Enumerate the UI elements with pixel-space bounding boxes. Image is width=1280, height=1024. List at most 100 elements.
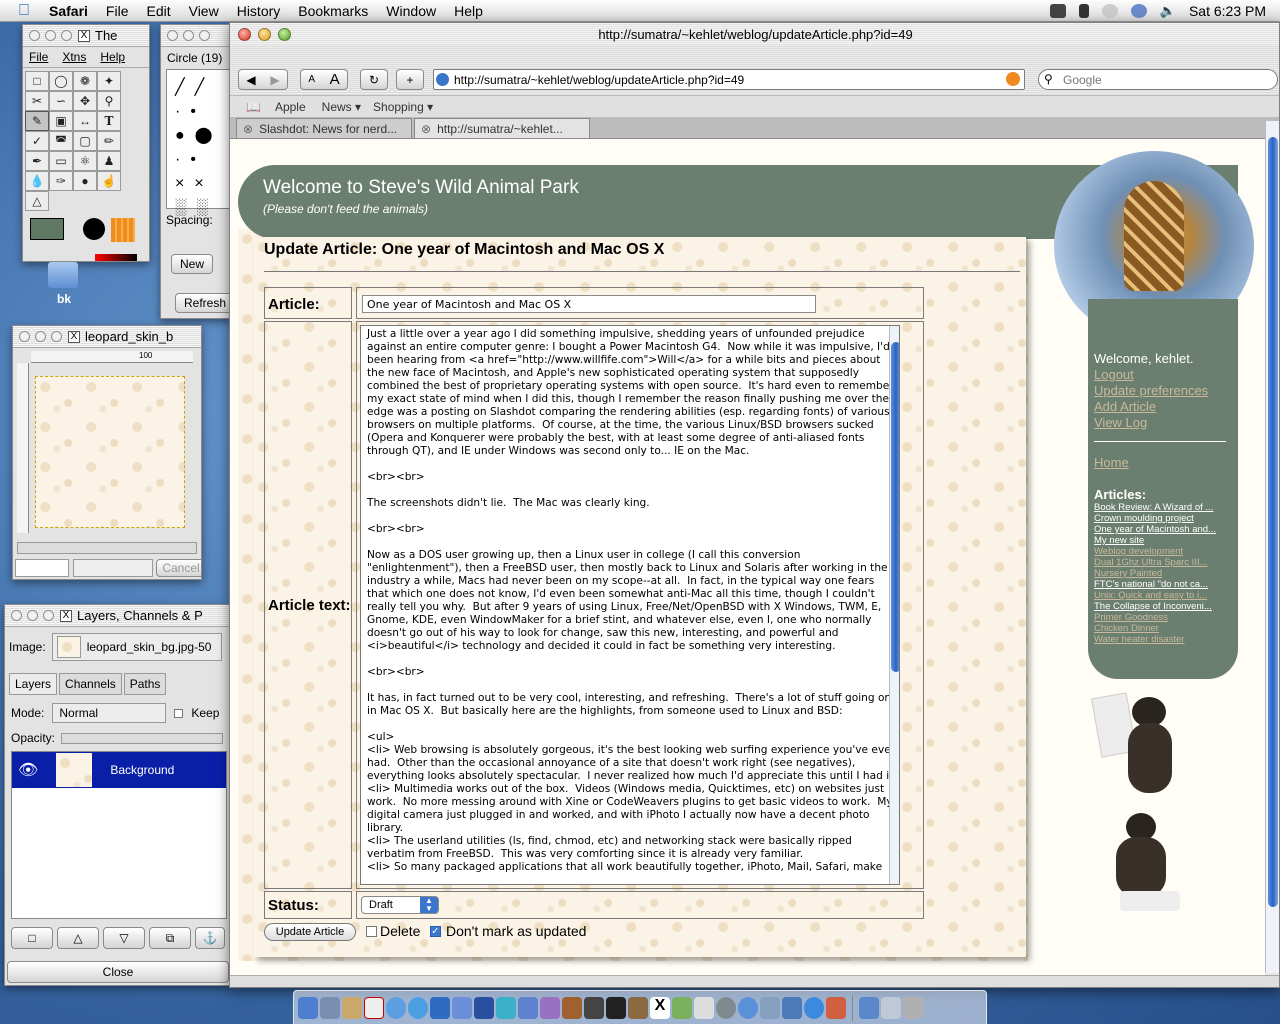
app-m-icon[interactable] xyxy=(474,996,494,1019)
bezier-icon[interactable]: ∽ xyxy=(49,91,73,111)
menu-history[interactable]: History xyxy=(228,3,290,19)
toolbox-menu-xtns[interactable]: Xtns xyxy=(62,50,86,64)
google-search-field[interactable]: Google xyxy=(1038,69,1278,90)
app-dock-icon[interactable] xyxy=(760,996,780,1019)
bookmark-apple[interactable]: Apple xyxy=(275,100,306,114)
pattern-indicator-icon[interactable] xyxy=(111,218,135,242)
layers-titlebar[interactable]: X Layers, Channels & P xyxy=(5,605,229,627)
back-forward-buttons[interactable]: ◀ ▶ xyxy=(238,69,288,90)
image-titlebar[interactable]: Xleopard_skin_b xyxy=(13,326,201,348)
doc-icon[interactable] xyxy=(859,996,879,1019)
textarea-scrollbar[interactable] xyxy=(889,326,899,884)
eraser-icon[interactable]: ▭ xyxy=(49,151,73,171)
addressbook-icon[interactable] xyxy=(342,996,362,1019)
iphoto-icon[interactable] xyxy=(562,996,582,1019)
menu-view[interactable]: View xyxy=(180,3,228,19)
clone-icon[interactable]: ⚛ xyxy=(73,151,97,171)
sync-icon[interactable] xyxy=(716,996,736,1019)
new-brush-button[interactable]: New xyxy=(171,254,213,274)
update-preferences-link[interactable]: Update preferences xyxy=(1094,383,1234,399)
cancel-button[interactable]: Cancel xyxy=(156,559,201,577)
sherlock-icon[interactable] xyxy=(452,996,472,1019)
bookmark-news[interactable]: News ▾ xyxy=(322,100,361,114)
scroll-thumb[interactable] xyxy=(891,342,899,672)
scissors-icon[interactable]: ✂ xyxy=(25,91,49,111)
article-title-input[interactable]: One year of Macintosh and Mac OS X xyxy=(362,295,816,313)
ichat-icon[interactable] xyxy=(386,996,406,1019)
ical-icon[interactable] xyxy=(364,996,384,1019)
app-u-icon[interactable] xyxy=(496,996,516,1019)
opacity-slider[interactable] xyxy=(61,732,223,744)
layer-row-background[interactable]: 👁 Background xyxy=(12,752,226,788)
article-link[interactable]: Crown moulding project xyxy=(1094,513,1234,524)
crop-icon[interactable]: ▣ xyxy=(49,111,73,131)
toolbox-titlebar[interactable]: X The xyxy=(23,25,149,47)
x11-dock-icon[interactable]: X xyxy=(650,996,670,1019)
display-menu-icon[interactable] xyxy=(1049,4,1066,18)
terminal-icon[interactable] xyxy=(606,996,626,1019)
rect-select-icon[interactable]: □ xyxy=(25,71,49,91)
menu-app[interactable]: Safari xyxy=(40,3,97,19)
lasso-icon[interactable]: ❁ xyxy=(73,71,97,91)
reload-icon[interactable]: ↻ xyxy=(360,69,388,90)
forward-icon[interactable]: ▶ xyxy=(270,73,279,87)
image-select[interactable]: leopard_skin_bg.jpg-50 xyxy=(51,633,222,661)
zoom-icon[interactable]: ⚲ xyxy=(97,91,121,111)
ie-icon[interactable] xyxy=(430,996,450,1019)
preview-icon[interactable] xyxy=(584,996,604,1019)
tab-close-icon[interactable]: ⊗ xyxy=(243,122,253,136)
chat-icon[interactable] xyxy=(1101,4,1118,18)
desktop-folder-bk[interactable]: bk xyxy=(44,262,84,312)
update-article-button[interactable]: Update Article xyxy=(264,923,356,941)
url-field[interactable]: http://sumatra/~kehlet/weblog/updateArti… xyxy=(433,69,1025,90)
anchor-layer-icon[interactable]: ⚓ xyxy=(195,927,225,949)
add-article-link[interactable]: Add Article xyxy=(1094,399,1234,415)
new-layer-icon[interactable]: □ xyxy=(11,927,53,949)
tab-paths[interactable]: Paths xyxy=(123,673,167,695)
refresh-brushes-button[interactable]: Refresh xyxy=(175,293,231,313)
trash-icon[interactable] xyxy=(903,996,923,1019)
gimp-icon[interactable] xyxy=(628,996,648,1019)
logout-link[interactable]: Logout xyxy=(1094,367,1234,383)
menu-window[interactable]: Window xyxy=(377,3,445,19)
smudge-icon[interactable]: ☝ xyxy=(97,171,121,191)
view-log-link[interactable]: View Log xyxy=(1094,415,1234,431)
duplicate-layer-icon[interactable]: ⧉ xyxy=(149,927,191,949)
delete-checkbox[interactable] xyxy=(366,926,377,937)
measure-icon[interactable]: △ xyxy=(25,191,49,211)
menu-file[interactable]: File xyxy=(97,3,138,19)
article-link[interactable]: Nursery Painted xyxy=(1094,568,1234,579)
article-link[interactable]: The Collapse of Inconveni... xyxy=(1094,601,1234,612)
network-icon[interactable] xyxy=(1130,4,1147,18)
close-window-icon[interactable] xyxy=(238,28,251,41)
horizontal-scrollbar[interactable] xyxy=(17,542,197,554)
article-link[interactable]: One year of Macintosh and... xyxy=(1094,524,1234,535)
bucket-fill-icon[interactable]: ◚ xyxy=(49,131,73,151)
article-link[interactable]: Primer Goodness xyxy=(1094,612,1234,623)
article-link[interactable]: Weblog development xyxy=(1094,546,1234,557)
stamp-icon[interactable]: ♟ xyxy=(97,151,121,171)
add-bookmark-icon[interactable]: + xyxy=(396,69,424,90)
pencil-icon[interactable]: ✎ xyxy=(25,111,49,131)
zoom-field[interactable] xyxy=(15,559,69,577)
volume-icon[interactable]: 🔈 xyxy=(1160,3,1176,19)
tab-sumatra[interactable]: ⊗ http://sumatra/~kehlet... xyxy=(414,118,590,138)
keep-trans-checkbox[interactable] xyxy=(174,708,184,718)
dodge-icon[interactable]: ● xyxy=(73,171,97,191)
brush-grid[interactable]: ╱╱ ·• ●⬤ ·• ×× ░░ xyxy=(166,69,231,216)
paintbrush-icon[interactable]: ✏ xyxy=(97,131,121,151)
text-size-buttons[interactable]: AA xyxy=(300,69,348,90)
lower-layer-icon[interactable]: ▽ xyxy=(103,927,145,949)
article-link[interactable]: My new site xyxy=(1094,535,1234,546)
bookmarks-book-icon[interactable]: 📖 xyxy=(246,100,261,114)
mode-select[interactable]: Normal xyxy=(52,703,167,723)
article-link[interactable]: Chicken Dinner xyxy=(1094,623,1234,634)
menu-help[interactable]: Help xyxy=(445,3,492,19)
tab-slashdot[interactable]: ⊗ Slashdot: News for nerd... xyxy=(236,118,412,138)
eye-icon[interactable]: 👁 xyxy=(18,760,38,780)
blend-icon[interactable]: ▢ xyxy=(73,131,97,151)
gradient-indicator-icon[interactable] xyxy=(95,254,137,261)
article-link[interactable]: Book Review: A Wizard of ... xyxy=(1094,502,1234,513)
text-tool-icon[interactable]: T xyxy=(97,111,121,131)
dont-mark-checkbox[interactable]: ✓ xyxy=(430,926,441,937)
